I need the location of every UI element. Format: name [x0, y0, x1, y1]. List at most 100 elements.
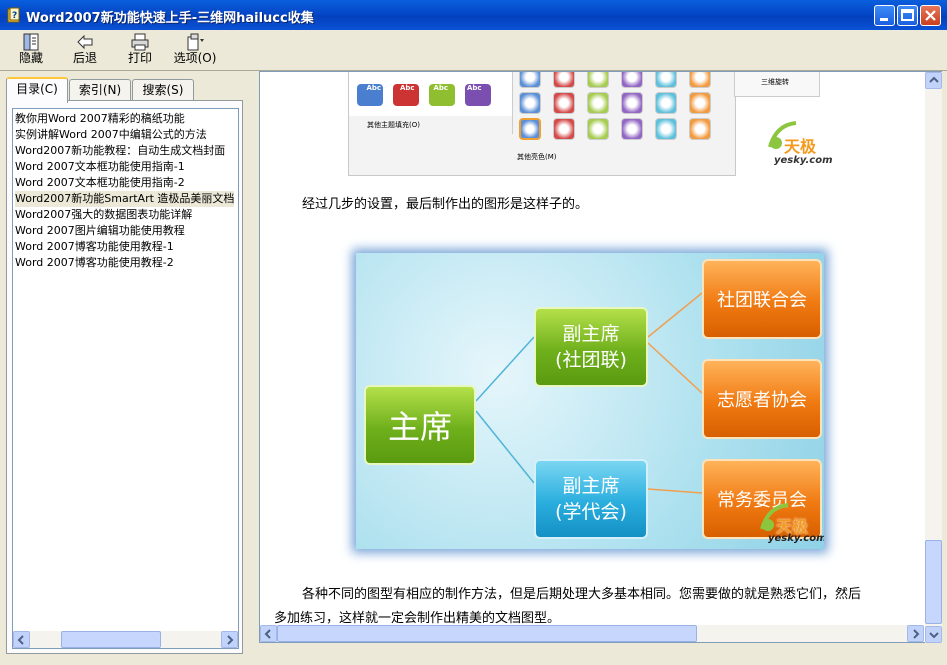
window-title: Word2007新功能快速上手-三维网hailucc收集 — [26, 11, 314, 26]
hide-button[interactable]: 隐藏 — [4, 33, 58, 69]
toc-item-selected[interactable]: Word2007新功能SmartArt 造极品美丽文档 — [15, 191, 235, 207]
toc-horizontal-scrollbar[interactable] — [13, 631, 238, 648]
vice-2-subtitle: (学代会) — [555, 501, 627, 523]
color-swatch — [519, 72, 541, 88]
content-vertical-scrollbar[interactable] — [925, 72, 942, 643]
toc-item[interactable]: Word 2007博客功能使用教程-1 — [15, 239, 174, 255]
color-swatch — [587, 92, 609, 114]
topic-content: Abc Abc Abc Abc 其他主题填充(O) 其他亮色(M) 三维旋转 天… — [259, 71, 942, 643]
node-vice-2: 副主席 (学代会) — [534, 459, 648, 539]
shape-styles-gallery: Abc Abc Abc Abc 其他主题填充(O) — [349, 72, 513, 134]
ribbon-screenshot: Abc Abc Abc Abc 其他主题填充(O) 其他亮色(M) — [348, 72, 736, 176]
scroll-left-button[interactable] — [260, 625, 277, 642]
toc-item[interactable]: Word 2007文本框功能使用指南-1 — [15, 159, 185, 175]
printer-icon — [131, 33, 149, 51]
paragraph-2-line-1: 各种不同的图型有相应的制作方法，但是后期处理大多基本相同。您需要做的就是熟悉它们… — [302, 587, 862, 602]
chevron-left-icon — [264, 629, 271, 639]
watermark-url: yesky.com — [768, 533, 824, 544]
watermark-brand: 天极 — [784, 137, 817, 156]
color-swatch — [553, 118, 575, 140]
minimize-icon — [880, 18, 888, 21]
color-swatch — [621, 92, 643, 114]
scroll-left-button[interactable] — [13, 631, 30, 648]
yesky-watermark: 天极 yesky.com — [762, 117, 833, 172]
color-swatch — [553, 72, 575, 88]
toc-list[interactable]: 教你用Word 2007精彩的稿纸功能 实例讲解Word 2007中编辑公式的方… — [12, 108, 239, 649]
paragraph-1: 经过几步的设置，最后制作出的图形是这样子的。 — [302, 197, 589, 212]
minimize-button[interactable] — [874, 5, 895, 26]
abc-label: Abc — [399, 84, 415, 92]
tab-search[interactable]: 搜索(S) — [132, 79, 194, 101]
contents-panel: 教你用Word 2007精彩的稿纸功能 实例讲解Word 2007中编辑公式的方… — [6, 100, 243, 654]
scroll-up-button[interactable] — [925, 72, 942, 89]
color-swatch — [655, 118, 677, 140]
navigation-pane: 目录(C) 索引(N) 搜索(S) 教你用Word 2007精彩的稿纸功能 实例… — [0, 71, 252, 663]
toc-item[interactable]: 实例讲解Word 2007中编辑公式的方法 — [15, 127, 207, 143]
content-horizontal-scrollbar[interactable] — [260, 625, 924, 642]
scroll-right-button[interactable] — [907, 625, 924, 642]
options-icon — [187, 33, 204, 51]
vice-1-subtitle: (社团联) — [555, 349, 627, 371]
node-leaf-1: 社团联合会 — [702, 259, 822, 339]
chevron-down-icon — [929, 632, 939, 639]
color-swatch — [655, 92, 677, 114]
chevron-right-icon — [913, 629, 920, 639]
toolbar: 隐藏 后退 打印 选项(O) — [0, 30, 947, 71]
watermark-url: yesky.com — [774, 155, 833, 166]
scroll-thumb[interactable] — [61, 631, 161, 648]
back-label: 后退 — [72, 51, 97, 65]
smartart-diagram: 主席 副主席 (社团联) 副主席 (学代会) 社团联合会 志愿者协会 常务委员会… — [356, 253, 824, 549]
abc-label: Abc — [466, 84, 482, 92]
print-label: 打印 — [127, 51, 152, 65]
node-vice-1: 副主席 (社团联) — [534, 307, 648, 387]
options-button[interactable]: 选项(O) — [168, 33, 222, 69]
scroll-down-button[interactable] — [925, 626, 942, 643]
hide-label: 隐藏 — [18, 51, 43, 65]
title-bar: ? Word2007新功能快速上手-三维网hailucc收集 — [0, 0, 947, 30]
vice-1-title: 副主席 — [562, 323, 620, 345]
back-arrow-icon — [77, 34, 93, 50]
abc-labels: Abc Abc Abc Abc — [357, 84, 491, 92]
color-swatch — [587, 118, 609, 140]
abc-label: Abc — [366, 84, 382, 92]
maximize-icon — [901, 9, 914, 21]
abc-label: Abc — [433, 84, 449, 92]
yesky-watermark-2: 天极 yesky.com — [754, 499, 824, 549]
hide-pane-icon — [23, 33, 39, 51]
vice-2-title: 副主席 — [562, 475, 620, 497]
color-gallery: 其他亮色(M) — [513, 72, 731, 175]
chevron-left-icon — [17, 635, 24, 645]
rotate-3d-label: 三维旋转 — [761, 78, 789, 86]
color-swatch — [553, 92, 575, 114]
rotate-menu: 三维旋转 — [734, 72, 820, 97]
maximize-button[interactable] — [897, 5, 918, 26]
toc-item[interactable]: Word2007新功能教程：自动生成文档封面 — [15, 143, 225, 159]
options-label: 选项(O) — [173, 51, 217, 65]
color-swatch — [519, 118, 541, 140]
back-button[interactable]: 后退 — [58, 33, 112, 69]
node-leaf-2: 志愿者协会 — [702, 359, 822, 439]
color-swatch — [519, 92, 541, 114]
color-swatch — [587, 72, 609, 88]
toc-item[interactable]: Word2007强大的数据图表功能详解 — [15, 207, 192, 223]
tab-contents[interactable]: 目录(C) — [6, 77, 68, 103]
more-theme-fill: 其他主题填充(O) — [349, 116, 512, 134]
color-swatch — [621, 118, 643, 140]
scroll-thumb[interactable] — [925, 540, 942, 624]
color-swatch — [689, 72, 711, 88]
toc-item[interactable]: 教你用Word 2007精彩的稿纸功能 — [15, 111, 185, 127]
toc-item[interactable]: Word 2007文本框功能使用指南-2 — [15, 175, 185, 191]
color-swatch — [689, 92, 711, 114]
toc-item[interactable]: Word 2007图片编辑功能使用教程 — [15, 223, 185, 239]
chevron-up-icon — [929, 76, 939, 83]
color-swatch — [621, 72, 643, 88]
print-button[interactable]: 打印 — [113, 33, 167, 69]
color-swatch — [689, 118, 711, 140]
close-button[interactable] — [920, 5, 941, 26]
scroll-right-button[interactable] — [221, 631, 238, 648]
close-icon — [925, 10, 936, 21]
toc-item[interactable]: Word 2007博客功能使用教程-2 — [15, 255, 174, 271]
more-colors: 其他亮色(M) — [517, 153, 557, 161]
scroll-thumb[interactable] — [277, 625, 697, 642]
tab-index[interactable]: 索引(N) — [69, 79, 131, 101]
